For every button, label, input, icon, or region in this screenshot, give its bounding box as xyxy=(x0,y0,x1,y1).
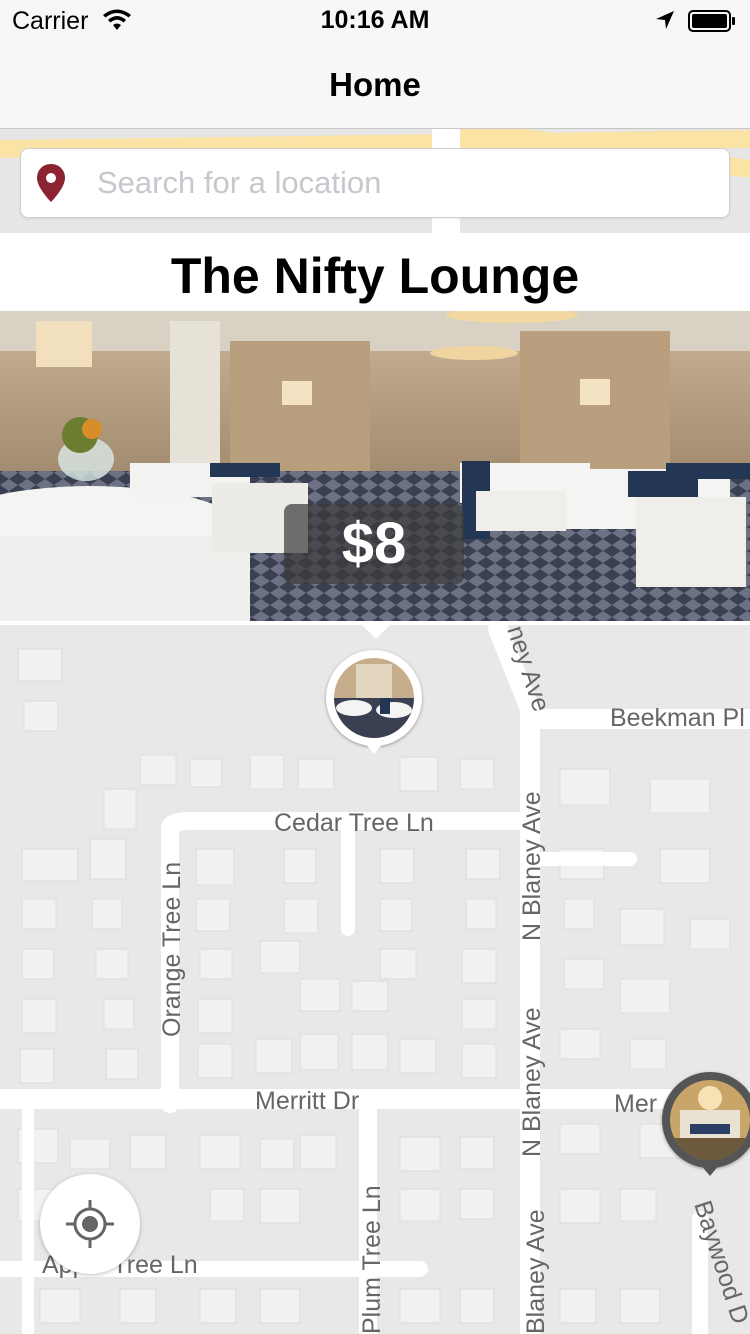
street-label: Cedar Tree Ln xyxy=(274,809,434,837)
location-arrow-icon xyxy=(656,11,674,29)
restaurant-thumbnail xyxy=(670,1080,750,1160)
street-label: N Blaney Ave xyxy=(518,1007,546,1157)
listing-card[interactable]: The Nifty Lounge $8 xyxy=(0,233,750,625)
locate-me-button[interactable] xyxy=(40,1174,140,1274)
street-label: Orange Tree Ln xyxy=(158,862,186,1037)
search-input[interactable] xyxy=(95,159,709,207)
page-title: Home xyxy=(329,66,421,103)
clock: 10:16 AM xyxy=(320,6,430,34)
street-label: Plum Tree Ln xyxy=(358,1185,386,1334)
street-label: Merritt Dr xyxy=(255,1087,359,1115)
search-bar[interactable] xyxy=(20,148,730,218)
price-badge: $8 xyxy=(284,504,464,584)
restaurant-thumbnail xyxy=(334,658,414,738)
restaurant-photo: $8 xyxy=(0,311,750,621)
street-label: Beekman Pl xyxy=(610,704,745,732)
street-label: Mer xyxy=(614,1090,657,1118)
crosshair-icon xyxy=(66,1200,114,1248)
battery-icon xyxy=(688,10,735,32)
street-label: Blaney Ave xyxy=(522,1209,550,1334)
map-pin-icon xyxy=(37,164,65,202)
street-label: N Blaney Ave xyxy=(518,791,546,941)
navigation-bar: Home xyxy=(0,40,750,129)
listing-name: The Nifty Lounge xyxy=(170,248,580,304)
restaurant-map-marker[interactable] xyxy=(662,1072,750,1176)
restaurant-map-marker[interactable] xyxy=(326,650,422,754)
card-pointer xyxy=(362,625,390,639)
status-bar: Carrier 10:16 AM xyxy=(0,0,750,40)
